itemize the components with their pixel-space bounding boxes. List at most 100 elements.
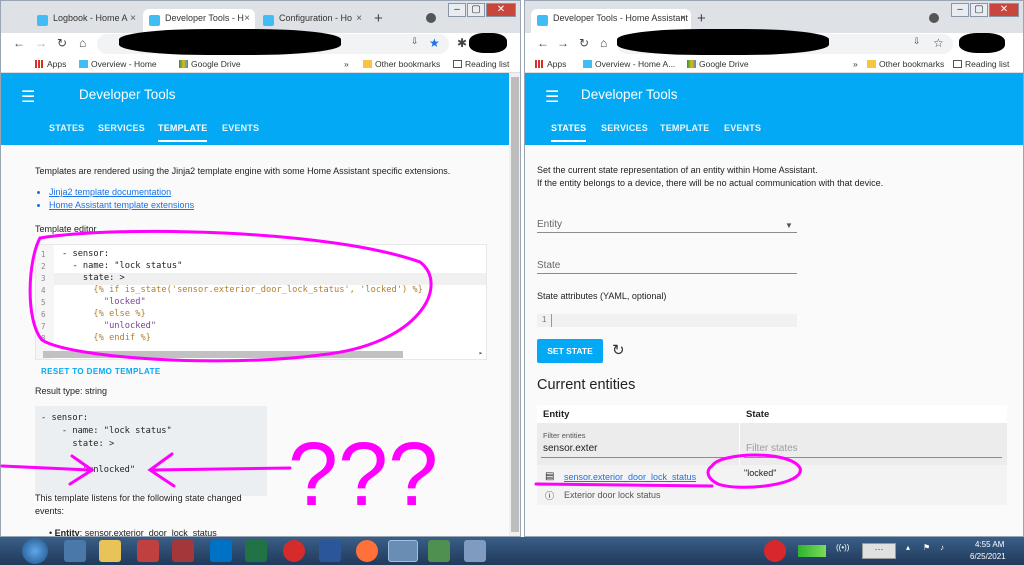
tab-search-icon[interactable] — [426, 13, 436, 23]
dropdown-arrow-icon[interactable]: ▼ — [785, 221, 793, 230]
tab-services[interactable]: SERVICES — [98, 123, 145, 133]
editor-horizontal-scrollbar[interactable] — [43, 351, 403, 358]
ha-template-extensions-link[interactable]: Home Assistant template extensions — [49, 200, 194, 210]
page-scrollbar[interactable] — [509, 73, 520, 536]
user-icon[interactable] — [64, 540, 86, 562]
bookmark-other[interactable]: Other bookmarks — [363, 59, 440, 69]
minimize-icon[interactable]: – — [951, 3, 969, 17]
filter-states-input[interactable]: Filter states — [746, 443, 798, 454]
new-tab-icon[interactable]: + — [374, 10, 383, 27]
chrome-icon[interactable] — [388, 540, 418, 562]
app-icon[interactable] — [283, 540, 305, 562]
close-tab-icon[interactable]: × — [244, 13, 250, 24]
tab-states[interactable]: STATES — [551, 123, 587, 142]
tab-events[interactable]: EVENTS — [222, 123, 259, 133]
wifi-icon[interactable]: ((•)) — [836, 543, 849, 552]
reload-icon[interactable]: ↻ — [57, 36, 67, 50]
scroll-right-icon[interactable]: ▸ — [479, 349, 483, 357]
tab-template[interactable]: TEMPLATE — [158, 123, 208, 142]
show-hidden-icons[interactable]: ··· — [862, 543, 896, 559]
bookmark-reading-list[interactable]: Reading list — [953, 59, 1009, 69]
remote-desktop-icon[interactable] — [428, 540, 450, 562]
flag-icon[interactable]: ⚑ — [923, 543, 930, 552]
bookmark-other[interactable]: Other bookmarks — [867, 59, 944, 69]
home-assistant-favicon-icon — [537, 15, 548, 26]
menu-icon[interactable]: ☰ — [21, 87, 35, 107]
filter-entities-input[interactable]: sensor.exter — [543, 443, 597, 454]
bookmark-overview[interactable]: Overview - Home A... — [583, 59, 675, 69]
install-icon[interactable]: ⇩ — [411, 36, 419, 47]
word-icon[interactable] — [319, 540, 341, 562]
network-icon[interactable] — [464, 540, 486, 562]
back-icon[interactable]: ← — [13, 36, 25, 50]
entity-link[interactable]: sensor.exterior_door_lock_status — [564, 472, 696, 482]
bookmarks-overflow[interactable]: » — [344, 59, 349, 69]
bookmark-star-icon[interactable]: ☆ — [933, 36, 944, 50]
maximize-icon[interactable]: ▢ — [467, 3, 485, 17]
attributes-editor[interactable]: 1 — [537, 314, 797, 327]
bookmark-google-drive[interactable]: Google Drive — [687, 59, 749, 69]
states-intro-2: If the entity belongs to a device, there… — [537, 178, 884, 188]
bookmark-google-drive[interactable]: Google Drive — [179, 59, 241, 69]
close-tab-icon[interactable]: × — [356, 13, 362, 24]
forward-icon[interactable]: → — [35, 36, 47, 50]
tab-states[interactable]: STATES — [49, 123, 84, 133]
paint-icon[interactable] — [137, 540, 159, 562]
code-line: {% else %} — [62, 309, 146, 319]
close-tab-icon[interactable]: × — [130, 13, 136, 24]
clock-time[interactable]: 4:55 AM — [975, 540, 1004, 549]
tray-app-icon[interactable] — [764, 540, 786, 562]
reload-icon[interactable]: ↻ — [579, 36, 589, 50]
entity-select[interactable] — [537, 232, 797, 233]
volume-icon[interactable]: ♪ — [940, 543, 944, 552]
extensions-icon[interactable]: ✱ — [457, 36, 467, 50]
template-editor[interactable]: 1 2 3 4 5 6 7 8 - sensor: - name: "lock … — [35, 244, 487, 360]
firefox-icon[interactable] — [356, 540, 378, 562]
jinja2-docs-link[interactable]: Jinja2 template documentation — [49, 187, 194, 197]
template-result: - sensor: - name: "lock status" state: >… — [35, 406, 267, 496]
file-explorer-icon[interactable] — [99, 540, 121, 562]
back-icon[interactable]: ← — [537, 36, 549, 50]
new-tab-icon[interactable]: + — [697, 10, 706, 27]
forward-icon[interactable]: → — [557, 36, 569, 50]
bookmark-apps[interactable]: Apps — [535, 59, 566, 69]
menu-icon[interactable]: ☰ — [545, 87, 559, 107]
close-tab-icon[interactable]: × — [680, 13, 686, 24]
info-icon[interactable]: ⓘ — [545, 489, 554, 502]
tray-arrow-icon[interactable]: ▴ — [906, 543, 910, 552]
tab-services[interactable]: SERVICES — [601, 123, 648, 133]
bookmark-reading-list[interactable]: Reading list — [453, 59, 509, 69]
state-input[interactable] — [537, 273, 797, 274]
access-icon[interactable] — [172, 540, 194, 562]
close-window-icon[interactable]: ✕ — [486, 3, 516, 17]
browser-tab-logbook[interactable]: Logbook - Home A × — [31, 9, 141, 33]
tab-events[interactable]: EVENTS — [724, 123, 761, 133]
close-window-icon[interactable]: ✕ — [989, 3, 1019, 17]
tab-search-icon[interactable] — [929, 13, 939, 23]
bookmarks-bar: Apps Overview - Home A... Google Drive »… — [525, 55, 1023, 73]
clock-date[interactable]: 6/25/2021 — [970, 552, 1006, 561]
outlook-icon[interactable] — [210, 540, 232, 562]
minimize-icon[interactable]: – — [448, 3, 466, 17]
reset-to-demo-button[interactable]: RESET TO DEMO TEMPLATE — [41, 367, 161, 376]
refresh-icon[interactable]: ↻ — [612, 341, 625, 359]
bookmark-star-icon[interactable]: ★ — [429, 36, 440, 50]
listens-text-2: events: — [35, 506, 65, 516]
start-button-icon[interactable] — [22, 538, 48, 564]
page-title: Developer Tools — [79, 87, 176, 102]
entity-state-value: "locked" — [744, 468, 777, 478]
excel-icon[interactable] — [245, 540, 267, 562]
maximize-icon[interactable]: ▢ — [970, 3, 988, 17]
set-state-button[interactable]: SET STATE — [537, 339, 603, 363]
install-icon[interactable]: ⇩ — [913, 36, 921, 47]
tab-template[interactable]: TEMPLATE — [660, 123, 709, 133]
scrollbar-thumb[interactable] — [511, 77, 519, 532]
home-icon[interactable]: ⌂ — [79, 36, 86, 50]
home-icon[interactable]: ⌂ — [600, 36, 607, 50]
bookmark-overview[interactable]: Overview - Home — [79, 59, 157, 69]
redacted-profile — [469, 33, 507, 53]
bookmark-apps[interactable]: Apps — [35, 59, 66, 69]
bookmarks-overflow[interactable]: » — [853, 59, 858, 69]
code-line: {% if is_state('sensor.exterior_door_loc… — [62, 285, 423, 295]
clipboard-icon[interactable]: ▤ — [545, 471, 554, 482]
